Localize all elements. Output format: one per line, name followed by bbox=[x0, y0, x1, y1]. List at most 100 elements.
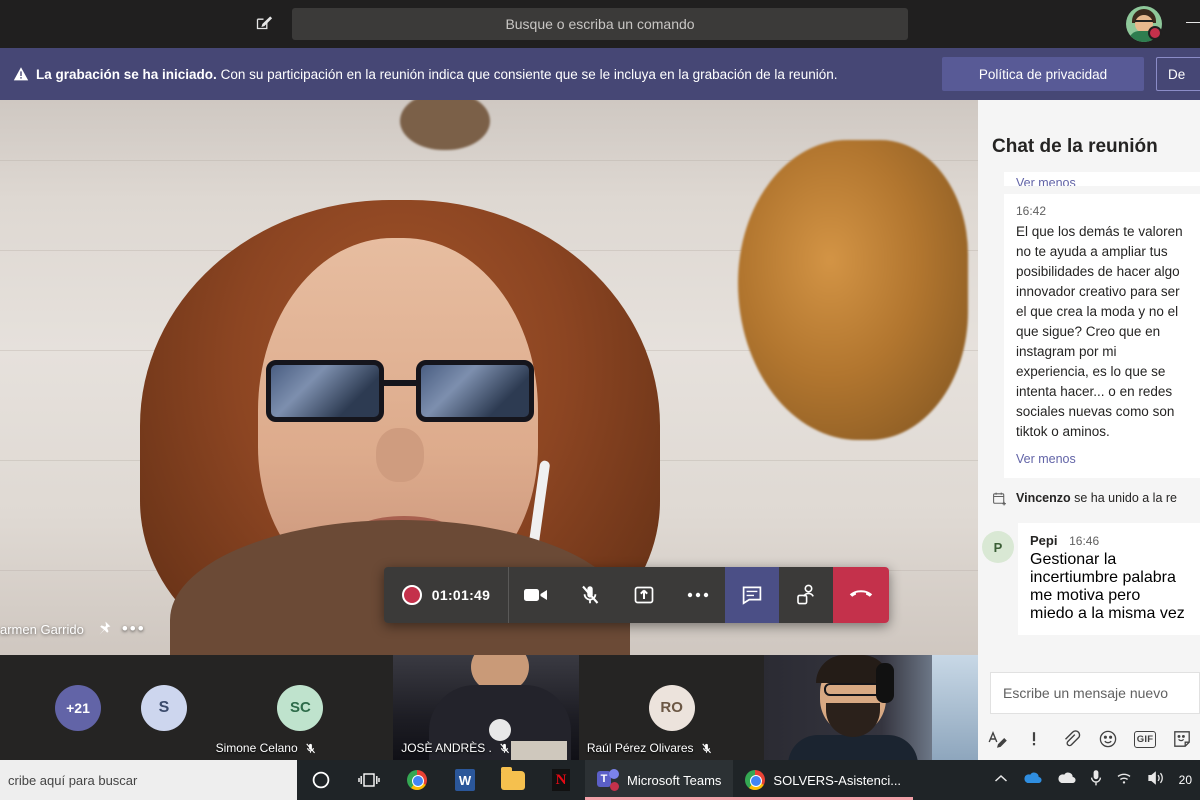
record-dot-icon bbox=[401, 585, 422, 605]
mic-muted-button[interactable] bbox=[563, 567, 617, 623]
chat-message-list[interactable]: Ver menos 16:42 El que los demás te valo… bbox=[978, 172, 1200, 662]
show-hidden-icons-icon[interactable] bbox=[994, 771, 1008, 789]
taskbar-window-label: SOLVERS-Asistenci... bbox=[773, 772, 902, 788]
message-body: Gestionar la incertiumbre palabra me mot… bbox=[1030, 551, 1185, 622]
privacy-policy-button[interactable]: Política de privacidad bbox=[942, 57, 1144, 91]
avatar-glasses-icon bbox=[1135, 20, 1153, 24]
teams-icon: T bbox=[597, 769, 619, 791]
see-less-link[interactable]: Ver menos bbox=[1016, 452, 1188, 466]
participants-button[interactable] bbox=[779, 567, 833, 623]
windows-taskbar[interactable]: cribe aquí para buscar W N T Microsoft T… bbox=[0, 760, 1200, 800]
see-less-link-cut[interactable]: Ver menos bbox=[1004, 172, 1200, 186]
onedrive-blue-icon[interactable] bbox=[1022, 771, 1042, 789]
taskbar-window-label: Microsoft Teams bbox=[627, 772, 722, 788]
participant-initials: RO bbox=[648, 684, 695, 731]
filmstrip-overflow-tile[interactable]: +21 S bbox=[0, 655, 208, 760]
status-badge bbox=[1148, 26, 1162, 40]
search-input[interactable]: Busque o escriba un comando bbox=[292, 8, 908, 40]
important-icon[interactable] bbox=[1023, 728, 1045, 750]
composer-toolbar[interactable]: GIF bbox=[986, 724, 1200, 754]
mic-muted-icon bbox=[498, 742, 511, 755]
message-header: Pepi 16:46 bbox=[1030, 533, 1188, 548]
netflix-letter: N bbox=[552, 769, 570, 791]
recording-banner-detail: Con su participación en la reunión indic… bbox=[216, 66, 838, 82]
message-author: Pepi bbox=[1030, 533, 1058, 548]
participant-name: JOSÈ ANDRÈS . bbox=[401, 741, 511, 755]
format-text-icon[interactable] bbox=[986, 728, 1008, 750]
message-timestamp: 16:46 bbox=[1069, 534, 1100, 548]
taskbar-window-chrome[interactable]: SOLVERS-Asistenci... bbox=[733, 760, 913, 800]
participant-filmstrip[interactable]: +21 S SC Simone Celano JOSÈ ANDRÈS . RO … bbox=[0, 655, 979, 760]
wifi-icon[interactable] bbox=[1116, 771, 1133, 790]
share-screen-button[interactable] bbox=[617, 567, 671, 623]
participant-name: Raúl Pérez Olivares bbox=[587, 741, 713, 755]
system-message-detail: se ha unido a la re bbox=[1070, 491, 1177, 505]
participant-name-text: Raúl Pérez Olivares bbox=[586, 741, 694, 755]
system-tray[interactable]: 20 bbox=[994, 769, 1200, 792]
chat-message[interactable]: 16:42 El que los demás te valoren no te … bbox=[1004, 194, 1200, 478]
attach-icon[interactable] bbox=[1060, 728, 1082, 750]
mic-muted-icon bbox=[700, 742, 713, 755]
recording-banner-text: La grabación se ha iniciado. Con su part… bbox=[36, 67, 837, 82]
speaker-nose bbox=[376, 428, 424, 482]
task-view-icon[interactable] bbox=[345, 760, 393, 800]
gif-icon[interactable]: GIF bbox=[1134, 728, 1156, 750]
camera-button[interactable] bbox=[509, 567, 563, 623]
participant-initials: SC bbox=[277, 684, 324, 731]
message-content: Pepi 16:46 Gestionar la incertiumbre pal… bbox=[1018, 523, 1200, 635]
volume-icon[interactable] bbox=[1147, 770, 1165, 791]
gif-label: GIF bbox=[1134, 730, 1156, 748]
overflow-count-badge[interactable]: +21 bbox=[55, 684, 101, 731]
call-control-bar[interactable]: 01:01:49 bbox=[384, 567, 889, 623]
cortana-circle-icon[interactable] bbox=[297, 760, 345, 800]
taskbar-clock[interactable]: 20 bbox=[1179, 773, 1192, 787]
warning-triangle-icon bbox=[10, 66, 32, 82]
more-options-button[interactable] bbox=[671, 567, 725, 623]
participant-avatar-initial[interactable]: S bbox=[141, 684, 187, 731]
participant-video-feed bbox=[764, 655, 979, 760]
message-body: El que los demás te valoren no te ayuda … bbox=[1016, 224, 1183, 439]
hangup-button[interactable] bbox=[833, 567, 889, 623]
onedrive-white-icon[interactable] bbox=[1056, 771, 1076, 789]
speaker-name-label: armen Garrido ••• bbox=[0, 619, 146, 639]
taskbar-search-input[interactable]: cribe aquí para buscar bbox=[0, 760, 297, 800]
calendar-add-icon bbox=[992, 491, 1008, 510]
participant-tile-raul[interactable]: RO Raúl Pérez Olivares bbox=[578, 655, 765, 760]
chat-button[interactable] bbox=[725, 567, 779, 623]
participant-name-text: Simone Celano bbox=[215, 741, 298, 755]
meeting-chat-panel[interactable]: Chat de la reunión Ver menos 16:42 El qu… bbox=[978, 100, 1200, 760]
word-letter: W bbox=[455, 769, 475, 791]
mic-muted-icon bbox=[304, 742, 317, 755]
recording-banner-bold: La grabación se ha iniciado. bbox=[36, 66, 217, 82]
sticker-icon[interactable] bbox=[1171, 728, 1193, 750]
participant-tile-last[interactable] bbox=[764, 655, 979, 760]
participant-name-text: JOSÈ ANDRÈS . bbox=[401, 741, 492, 755]
participant-name: Simone Celano bbox=[216, 741, 317, 755]
dismiss-banner-button[interactable]: De bbox=[1156, 57, 1200, 91]
new-message-input[interactable]: Escribe un mensaje nuevo bbox=[990, 672, 1200, 714]
chat-message[interactable]: P Pepi 16:46 Gestionar la incertiumbre p… bbox=[978, 523, 1200, 635]
system-message-who: Vincenzo bbox=[1016, 491, 1071, 505]
speaker-glasses-icon bbox=[266, 360, 534, 426]
taskbar-window-teams[interactable]: T Microsoft Teams bbox=[585, 760, 734, 800]
call-timer-text: 01:01:49 bbox=[431, 587, 491, 603]
compose-pencil-icon[interactable] bbox=[250, 10, 278, 38]
minimize-button[interactable] bbox=[1186, 22, 1200, 23]
netflix-icon[interactable]: N bbox=[537, 760, 585, 800]
page-title: Chat de la reunión bbox=[992, 136, 1158, 157]
participant-tile-simone[interactable]: SC Simone Celano bbox=[207, 655, 394, 760]
word-icon[interactable]: W bbox=[441, 760, 489, 800]
file-explorer-icon[interactable] bbox=[489, 760, 537, 800]
participant-tile-jose[interactable]: JOSÈ ANDRÈS . bbox=[393, 655, 579, 760]
emoji-icon[interactable] bbox=[1097, 728, 1119, 750]
pin-icon[interactable] bbox=[94, 620, 112, 638]
recording-timer: 01:01:49 bbox=[384, 567, 508, 623]
microphone-icon[interactable] bbox=[1090, 769, 1102, 792]
message-timestamp: 16:42 bbox=[1016, 204, 1047, 218]
chrome-icon[interactable] bbox=[393, 760, 441, 800]
chrome-icon bbox=[745, 770, 766, 790]
chat-composer[interactable]: Escribe un mensaje nuevo GIF bbox=[978, 662, 1200, 760]
system-message-text: Vincenzo se ha unido a la re bbox=[1016, 491, 1177, 505]
speaker-name-text: armen Garrido bbox=[0, 621, 84, 637]
more-options-icon[interactable]: ••• bbox=[122, 619, 146, 639]
